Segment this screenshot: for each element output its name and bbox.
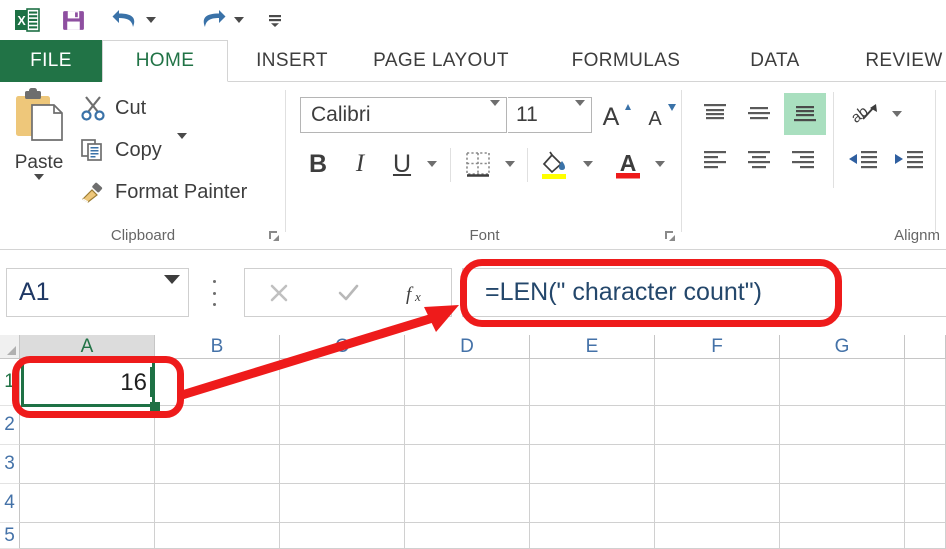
tab-home[interactable]: HOME bbox=[102, 40, 228, 82]
annotation-pointer-arrow bbox=[180, 305, 459, 400]
excel-window: X FILE HOME INSERT PAGE LAYOUT FORMULAS … bbox=[0, 0, 946, 549]
